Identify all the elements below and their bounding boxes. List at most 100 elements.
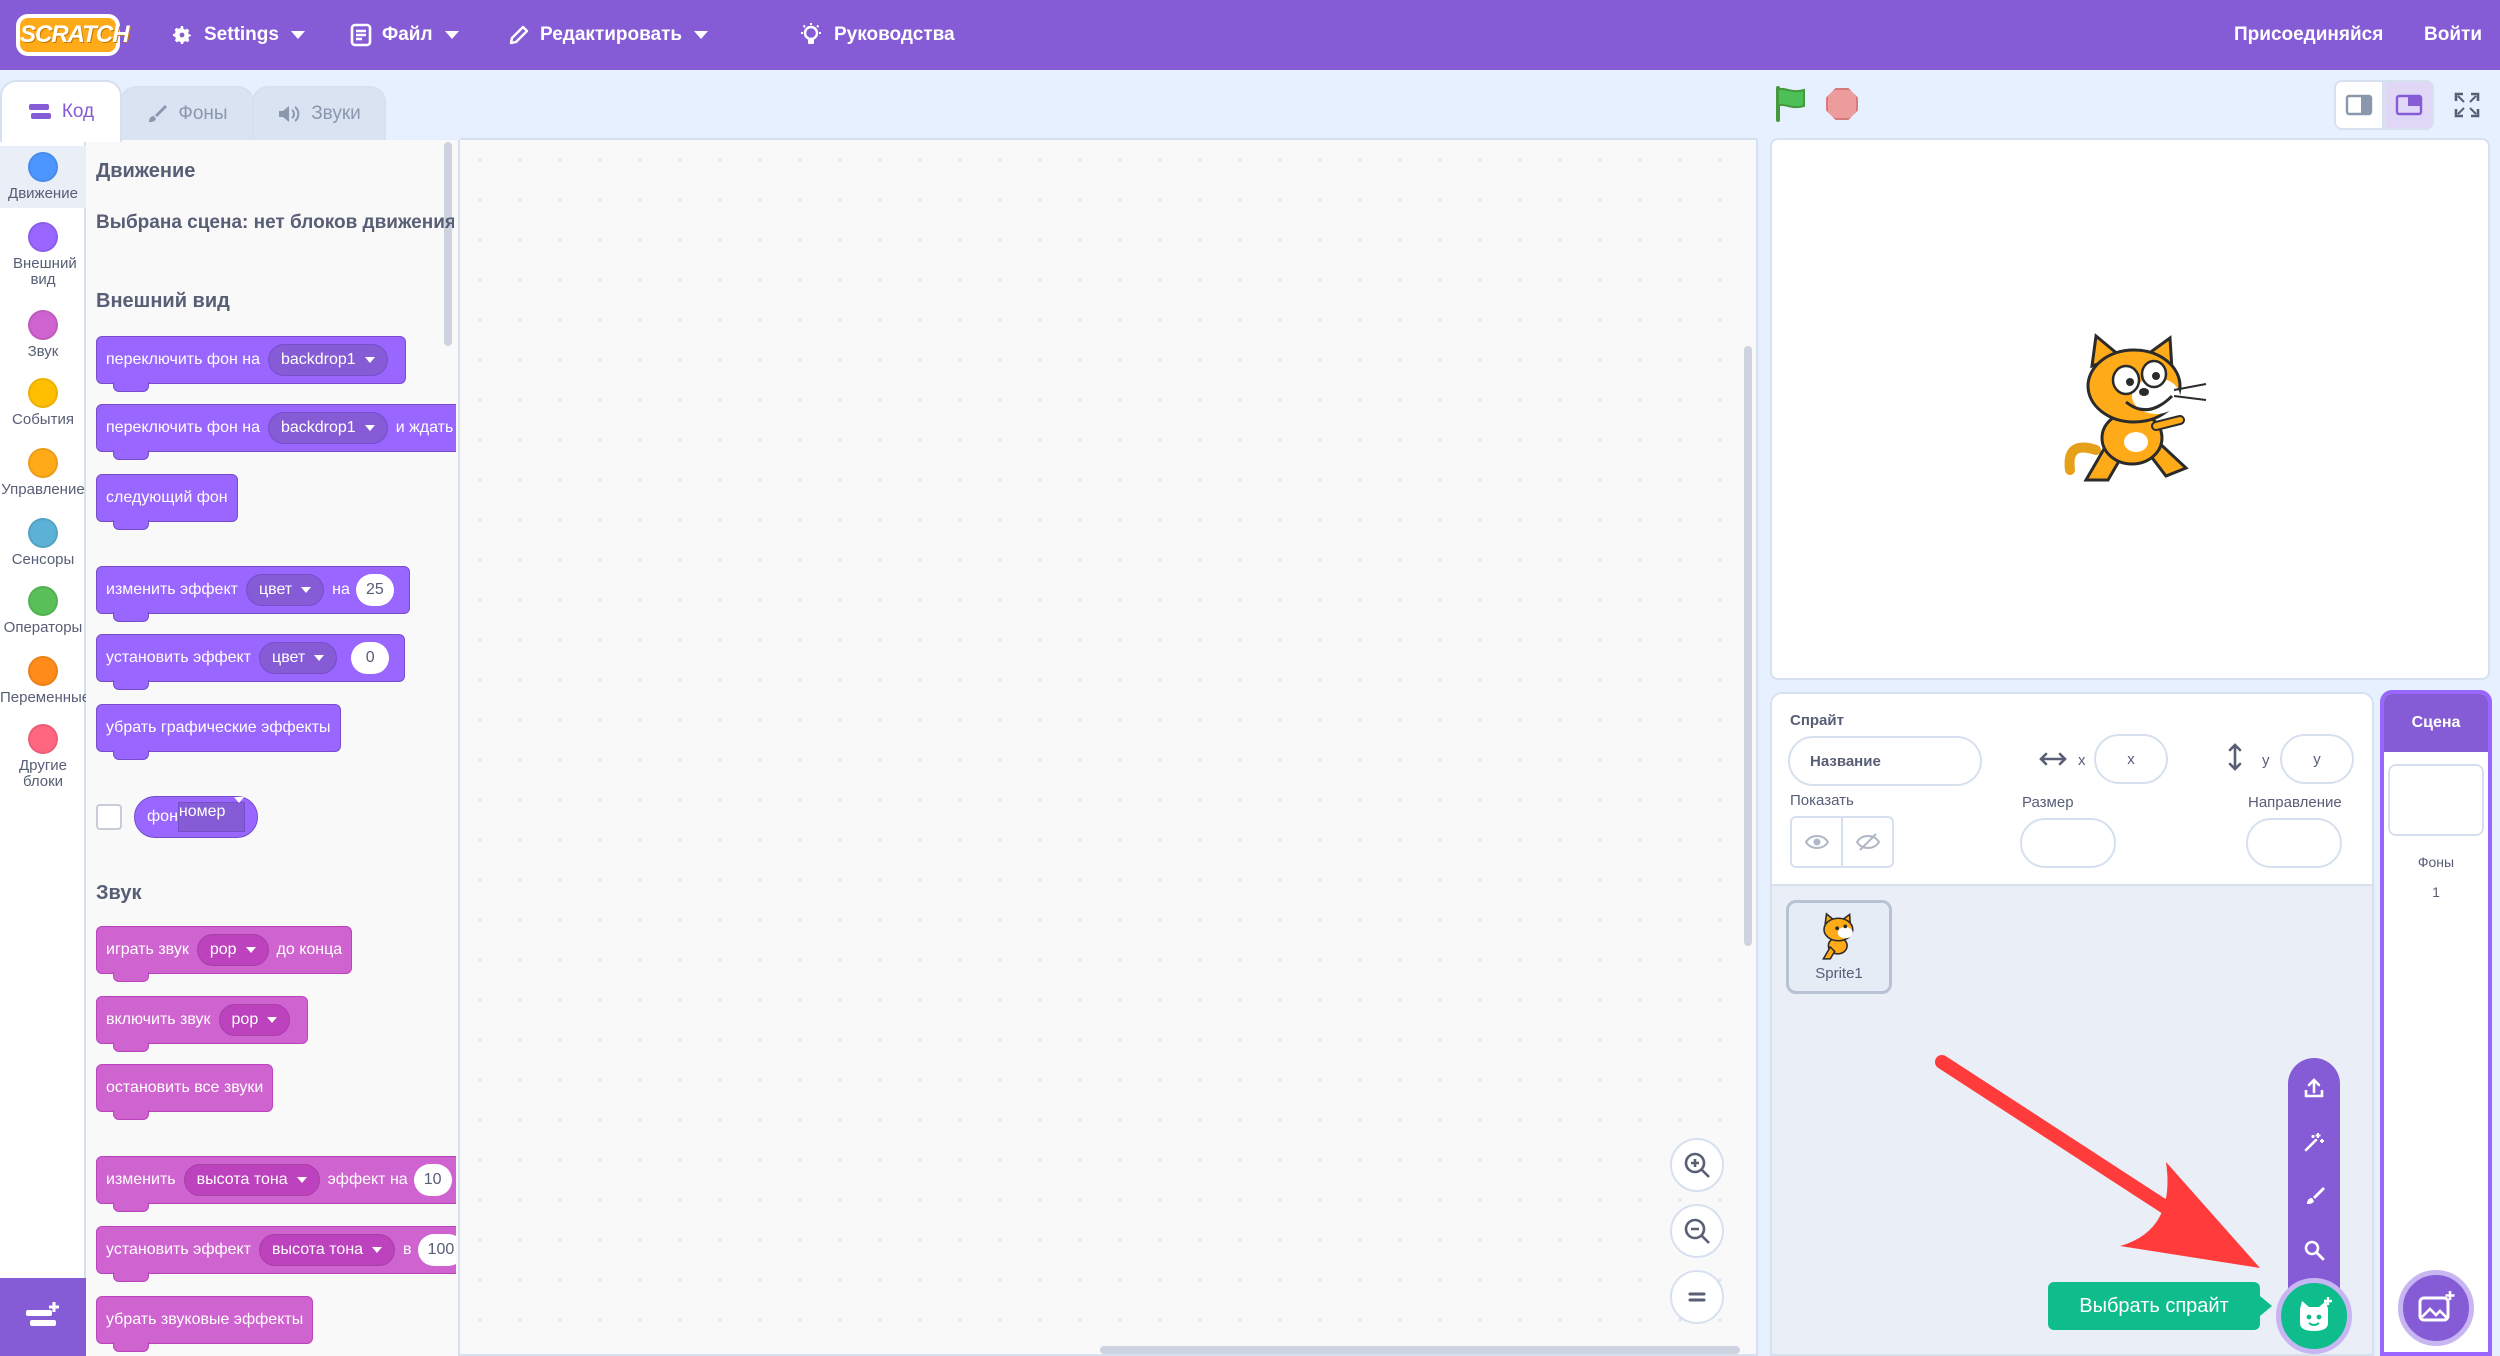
- number-input[interactable]: 25: [355, 574, 394, 606]
- size-label: Размер: [2022, 794, 2074, 811]
- upload-sprite-button[interactable]: [2288, 1062, 2340, 1114]
- scratch-cat-sprite[interactable]: [2056, 330, 2216, 490]
- small-stage-button[interactable]: [2334, 80, 2384, 130]
- block-text: переключить фон на: [106, 351, 260, 368]
- category-events[interactable]: События: [0, 372, 86, 428]
- stop-icon[interactable]: [1826, 88, 1858, 120]
- script-area[interactable]: [460, 138, 1758, 1356]
- tab-backdrops[interactable]: Фоны: [120, 86, 254, 140]
- zoom-reset-button[interactable]: [1670, 1270, 1724, 1324]
- block-text: включить звук: [106, 1011, 211, 1028]
- block-clear-sound-effects[interactable]: убрать звуковые эффекты: [96, 1296, 314, 1352]
- stage-canvas[interactable]: [1770, 138, 2490, 680]
- settings-menu[interactable]: Settings: [170, 0, 305, 70]
- paint-sprite-button[interactable]: [2288, 1170, 2340, 1222]
- sound-effect-dropdown[interactable]: высота тона: [259, 1234, 396, 1266]
- category-label: Управление: [1, 481, 85, 498]
- category-looks[interactable]: Внешний вид: [0, 216, 86, 288]
- tab-code[interactable]: Код: [0, 80, 122, 142]
- backdrop-prop-dropdown[interactable]: номер: [177, 797, 246, 832]
- sound-dropdown[interactable]: pop: [196, 934, 269, 966]
- fullscreen-button[interactable]: [2442, 80, 2492, 130]
- dropdown-arrow-icon: [314, 655, 325, 661]
- backdrop-reporter-checkbox[interactable]: [96, 804, 122, 830]
- category-label: Движение: [8, 185, 78, 202]
- category-label: Операторы: [3, 619, 83, 636]
- block-set-sound-effect[interactable]: установить эффект высота тона в 100: [96, 1226, 456, 1282]
- show-sprite-button[interactable]: [1792, 818, 1843, 866]
- block-play-sound-until-done[interactable]: играть звук pop до конца: [96, 926, 353, 982]
- tab-sounds[interactable]: Звуки: [252, 86, 386, 140]
- looks-dot: [28, 222, 58, 252]
- stage-target-pane[interactable]: Сцена Фоны 1: [2380, 690, 2492, 1356]
- file-label: Файл: [382, 24, 433, 45]
- dropdown-value: цвет: [258, 581, 293, 598]
- direction-label: Направление: [2248, 794, 2342, 811]
- looks-heading: Внешний вид: [96, 290, 230, 312]
- zoom-in-button[interactable]: [1670, 1138, 1724, 1192]
- sound-effect-dropdown[interactable]: высота тона: [183, 1164, 320, 1196]
- sprite-add-menu: [2288, 1058, 2340, 1304]
- block-clip: переключить фон на backdrop1 и ждать: [96, 404, 456, 464]
- scratch-logo[interactable]: SCRATCH: [16, 14, 130, 56]
- tutorials-menu[interactable]: Руководства: [798, 0, 955, 70]
- large-stage-button[interactable]: [2384, 80, 2434, 130]
- script-horizontal-scrollbar[interactable]: [1100, 1346, 1740, 1354]
- edit-menu[interactable]: Редактировать: [508, 0, 709, 70]
- dropdown-arrow-icon: [267, 1017, 278, 1023]
- chevron-down-icon: [290, 31, 305, 39]
- dropdown-value: номер: [178, 803, 226, 820]
- category-control[interactable]: Управление: [0, 442, 86, 498]
- number-input[interactable]: 100: [417, 1234, 456, 1266]
- flyout-scrollbar[interactable]: [444, 142, 452, 346]
- dropdown-arrow-icon: [234, 797, 245, 820]
- dropdown-arrow-icon: [364, 357, 375, 363]
- dropdown-arrow-icon: [364, 425, 375, 431]
- block-next-backdrop[interactable]: следующий фон: [96, 474, 238, 530]
- file-menu[interactable]: Файл: [350, 0, 459, 70]
- direction-input[interactable]: [2246, 818, 2342, 868]
- add-extension-button[interactable]: [0, 1278, 86, 1356]
- sprite-name-input[interactable]: Название: [1788, 736, 1982, 786]
- block-change-sound-effect[interactable]: изменить высота тона эффект на 10: [96, 1156, 456, 1212]
- category-variables[interactable]: Переменные: [0, 650, 90, 706]
- block-change-effect[interactable]: изменить эффект цвет на 25: [96, 566, 410, 622]
- block-switch-backdrop[interactable]: переключить фон на backdrop1: [96, 336, 406, 392]
- zoom-out-button[interactable]: [1670, 1204, 1724, 1258]
- category-operators[interactable]: Операторы: [0, 580, 86, 636]
- sprite-pane: Спрайт Название x x y y Показать Размер …: [1770, 692, 2374, 1356]
- size-input[interactable]: [2020, 818, 2116, 868]
- effect-dropdown[interactable]: цвет: [259, 642, 338, 674]
- category-sound[interactable]: Звук: [0, 304, 86, 360]
- category-my-blocks[interactable]: Другие блоки: [0, 718, 86, 790]
- backdrop-dropdown[interactable]: backdrop1: [267, 412, 388, 444]
- y-input[interactable]: y: [2280, 734, 2354, 784]
- block-backdrop-number[interactable]: фон номер: [134, 796, 259, 838]
- green-flag-icon[interactable]: [1774, 86, 1808, 122]
- choose-backdrop-button[interactable]: [2398, 1270, 2474, 1346]
- signin-link[interactable]: Войти: [2424, 0, 2482, 70]
- sound-dropdown[interactable]: pop: [218, 1004, 291, 1036]
- block-set-effect[interactable]: установить эффект цвет 0: [96, 634, 406, 690]
- choose-sprite-button[interactable]: [2276, 1278, 2352, 1354]
- block-switch-backdrop-wait[interactable]: переключить фон на backdrop1 и ждать: [96, 404, 456, 460]
- category-motion[interactable]: Движение: [0, 146, 86, 208]
- search-sprite-button[interactable]: [2288, 1224, 2340, 1276]
- block-start-sound[interactable]: включить звук pop: [96, 996, 309, 1052]
- sprite-tile[interactable]: Sprite1: [1786, 900, 1892, 994]
- effect-dropdown[interactable]: цвет: [245, 574, 325, 606]
- join-link[interactable]: Присоединяйся: [2234, 0, 2383, 70]
- block-stop-all-sounds[interactable]: остановить все звуки: [96, 1064, 274, 1120]
- dropdown-value: pop: [209, 941, 237, 958]
- hide-sprite-button[interactable]: [1843, 818, 1892, 866]
- zoom-out-icon: [1684, 1218, 1710, 1244]
- category-sensing[interactable]: Сенсоры: [0, 512, 86, 568]
- backdrop-dropdown[interactable]: backdrop1: [267, 344, 388, 376]
- operators-dot: [28, 586, 58, 616]
- number-input[interactable]: 0: [351, 642, 390, 674]
- surprise-sprite-button[interactable]: [2288, 1116, 2340, 1168]
- number-input[interactable]: 10: [413, 1164, 452, 1196]
- x-input[interactable]: x: [2094, 734, 2168, 784]
- block-clear-graphic-effects[interactable]: убрать графические эффекты: [96, 704, 341, 760]
- script-vertical-scrollbar[interactable]: [1744, 346, 1752, 946]
